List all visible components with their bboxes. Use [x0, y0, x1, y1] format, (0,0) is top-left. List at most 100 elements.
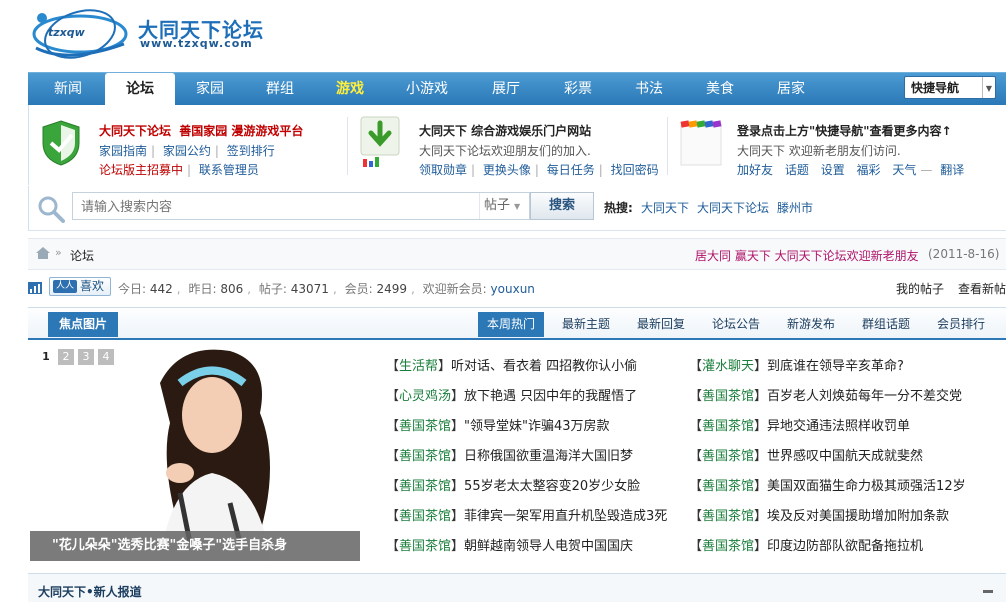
news-category[interactable]: 善国茶馆	[399, 419, 451, 434]
link-home-rules[interactable]: 家园公约	[163, 144, 211, 158]
nav-games[interactable]: 游戏	[315, 73, 385, 105]
news-item[interactable]: 【善国茶馆】世界感叹中国航天成就斐然	[689, 445, 923, 464]
news-category[interactable]: 善国茶馆	[702, 509, 754, 524]
photo-caption[interactable]: "花儿朵朵"选秀比赛"金嗓子"选手自杀身	[30, 531, 360, 561]
view-new-posts-link[interactable]: 查看新帖	[958, 280, 1006, 297]
link-welfare-lottery[interactable]: 福彩	[857, 163, 881, 177]
focus-photo[interactable]	[120, 343, 360, 561]
news-category[interactable]: 灌水聊天	[702, 359, 754, 374]
news-item[interactable]: 【灌水聊天】到底谁在领导辛亥革命?	[689, 355, 904, 374]
tab-member-ranking[interactable]: 会员排行	[928, 312, 994, 337]
nav-home[interactable]: 家园	[175, 73, 245, 105]
panel-site-title[interactable]: 大同天下论坛	[99, 124, 171, 138]
news-category[interactable]: 生活帮	[399, 359, 438, 374]
nav-mini-games[interactable]: 小游戏	[392, 73, 462, 105]
news-title[interactable]: 朝鲜越南领导人电贺中国国庆	[464, 539, 633, 554]
search-type-select[interactable]: 帖子 ▼	[479, 193, 529, 219]
slide-page-button[interactable]: 3	[78, 349, 94, 365]
section-title[interactable]: 大同天下•新人报道	[38, 583, 142, 600]
newest-member-link[interactable]: youxun	[491, 282, 535, 296]
hot-search-link[interactable]: 大同天下论坛	[697, 199, 769, 216]
news-item[interactable]: 【善国茶馆】菲律宾一架军用直升机坠毁造成3死	[386, 505, 667, 524]
nav-household[interactable]: 居家	[756, 73, 826, 105]
link-get-medal[interactable]: 领取勋章	[419, 163, 467, 177]
like-button[interactable]: 人人 喜欢	[49, 277, 111, 296]
news-title[interactable]: 美国双面猫生命力极其顽强活12岁	[767, 479, 966, 494]
link-moderator-recruit[interactable]: 论坛版主招募中	[99, 163, 183, 177]
news-item[interactable]: 【善国茶馆】朝鲜越南领导人电贺中国国庆	[386, 535, 633, 554]
news-title[interactable]: "领导堂妹"诈骗43万房款	[464, 419, 610, 434]
hot-search-link[interactable]: 大同天下	[641, 199, 689, 216]
news-category[interactable]: 善国茶馆	[702, 389, 754, 404]
news-item[interactable]: 【生活帮】听对话、看衣着 四招教你认小偷	[386, 355, 637, 374]
tab-latest-replies[interactable]: 最新回复	[628, 312, 694, 337]
news-title[interactable]: 世界感叹中国航天成就斐然	[767, 449, 923, 464]
news-title[interactable]: 异地交通违法照样收罚单	[767, 419, 910, 434]
tab-announcements[interactable]: 论坛公告	[703, 312, 769, 337]
tab-group-topics[interactable]: 群组话题	[853, 312, 919, 337]
tab-weekly-hot[interactable]: 本周热门	[478, 312, 544, 337]
news-category[interactable]: 心灵鸡汤	[399, 389, 451, 404]
search-button[interactable]: 搜索	[530, 192, 594, 220]
my-posts-link[interactable]: 我的帖子	[896, 280, 944, 297]
nav-food[interactable]: 美食	[685, 73, 755, 105]
news-category[interactable]: 善国茶馆	[399, 449, 451, 464]
news-item[interactable]: 【善国茶馆】埃及反对美国援助增加附加条款	[689, 505, 949, 524]
hot-search-link[interactable]: 滕州市	[777, 199, 813, 216]
news-category[interactable]: 善国茶馆	[702, 449, 754, 464]
welcome-message[interactable]: 居大同 赢天下 大同天下论坛欢迎新老朋友	[695, 247, 919, 264]
link-translate[interactable]: 翻译	[940, 163, 964, 177]
slide-page-button[interactable]: 2	[58, 349, 74, 365]
link-add-friend[interactable]: 加好友	[737, 163, 773, 177]
news-item[interactable]: 【心灵鸡汤】放下艳遇 只因中年的我醒悟了	[386, 385, 637, 404]
link-home-guide[interactable]: 家园指南	[99, 144, 147, 158]
news-category[interactable]: 善国茶馆	[399, 479, 451, 494]
link-change-avatar[interactable]: 更换头像	[483, 163, 531, 177]
tab-latest-topics[interactable]: 最新主题	[553, 312, 619, 337]
news-title[interactable]: 听对话、看衣着 四招教你认小偷	[451, 359, 637, 374]
news-category[interactable]: 善国茶馆	[399, 509, 451, 524]
news-item[interactable]: 【善国茶馆】百岁老人刘焕茹每年一分不差交党	[689, 385, 962, 404]
news-title[interactable]: 到底谁在领导辛亥革命?	[767, 359, 904, 374]
nav-news[interactable]: 新闻	[33, 73, 103, 105]
link-recover-password[interactable]: 找回密码	[611, 163, 659, 177]
link-daily-task[interactable]: 每日任务	[547, 163, 595, 177]
nav-forum[interactable]: 论坛	[105, 73, 175, 106]
news-title[interactable]: 菲律宾一架军用直升机坠毁造成3死	[464, 509, 667, 524]
news-category[interactable]: 善国茶馆	[399, 539, 451, 554]
breadcrumb-current[interactable]: 论坛	[70, 247, 94, 264]
home-icon[interactable]	[36, 247, 50, 259]
news-item[interactable]: 【善国茶馆】"领导堂妹"诈骗43万房款	[386, 415, 610, 434]
collapse-icon[interactable]	[983, 590, 993, 593]
slide-page-button[interactable]: 1	[38, 349, 54, 365]
news-title[interactable]: 印度边防部队欲配备拖拉机	[767, 539, 923, 554]
tab-new-games[interactable]: 新游发布	[778, 312, 844, 337]
link-topics[interactable]: 话题	[785, 163, 809, 177]
search-input[interactable]	[79, 196, 483, 218]
nav-gallery[interactable]: 展厅	[471, 73, 541, 105]
link-contact-admin[interactable]: 联系管理员	[199, 163, 259, 177]
nav-calligraphy[interactable]: 书法	[614, 73, 684, 105]
news-item[interactable]: 【善国茶馆】日称俄国欲重温海洋大国旧梦	[386, 445, 633, 464]
news-category[interactable]: 善国茶馆	[702, 479, 754, 494]
news-category[interactable]: 善国茶馆	[702, 539, 754, 554]
news-title[interactable]: 埃及反对美国援助增加附加条款	[767, 509, 949, 524]
link-checkin-rank[interactable]: 签到排行	[227, 144, 275, 158]
panel-site-subtitle[interactable]: 善国家园 漫游游戏平台	[179, 124, 303, 138]
slide-page-button[interactable]: 4	[98, 349, 114, 365]
news-title[interactable]: 放下艳遇 只因中年的我醒悟了	[464, 389, 637, 404]
link-weather[interactable]: 天气	[892, 163, 916, 177]
news-item[interactable]: 【善国茶馆】印度边防部队欲配备拖拉机	[689, 535, 923, 554]
news-title[interactable]: 日称俄国欲重温海洋大国旧梦	[464, 449, 633, 464]
news-category[interactable]: 善国茶馆	[702, 419, 754, 434]
quick-nav-button[interactable]: 快捷导航 ▼	[904, 76, 996, 99]
nav-groups[interactable]: 群组	[245, 73, 315, 105]
news-item[interactable]: 【善国茶馆】美国双面猫生命力极其顽强活12岁	[689, 475, 966, 494]
panel-games-title[interactable]: 大同天下 综合游戏娱乐门户网站	[419, 122, 591, 139]
link-settings[interactable]: 设置	[821, 163, 845, 177]
news-item[interactable]: 【善国茶馆】异地交通违法照样收罚单	[689, 415, 910, 434]
news-title[interactable]: 百岁老人刘焕茹每年一分不差交党	[767, 389, 962, 404]
news-title[interactable]: 55岁老太太整容变20岁少女脸	[464, 479, 640, 494]
tab-focus-images[interactable]: 焦点图片	[48, 312, 118, 337]
news-item[interactable]: 【善国茶馆】55岁老太太整容变20岁少女脸	[386, 475, 640, 494]
